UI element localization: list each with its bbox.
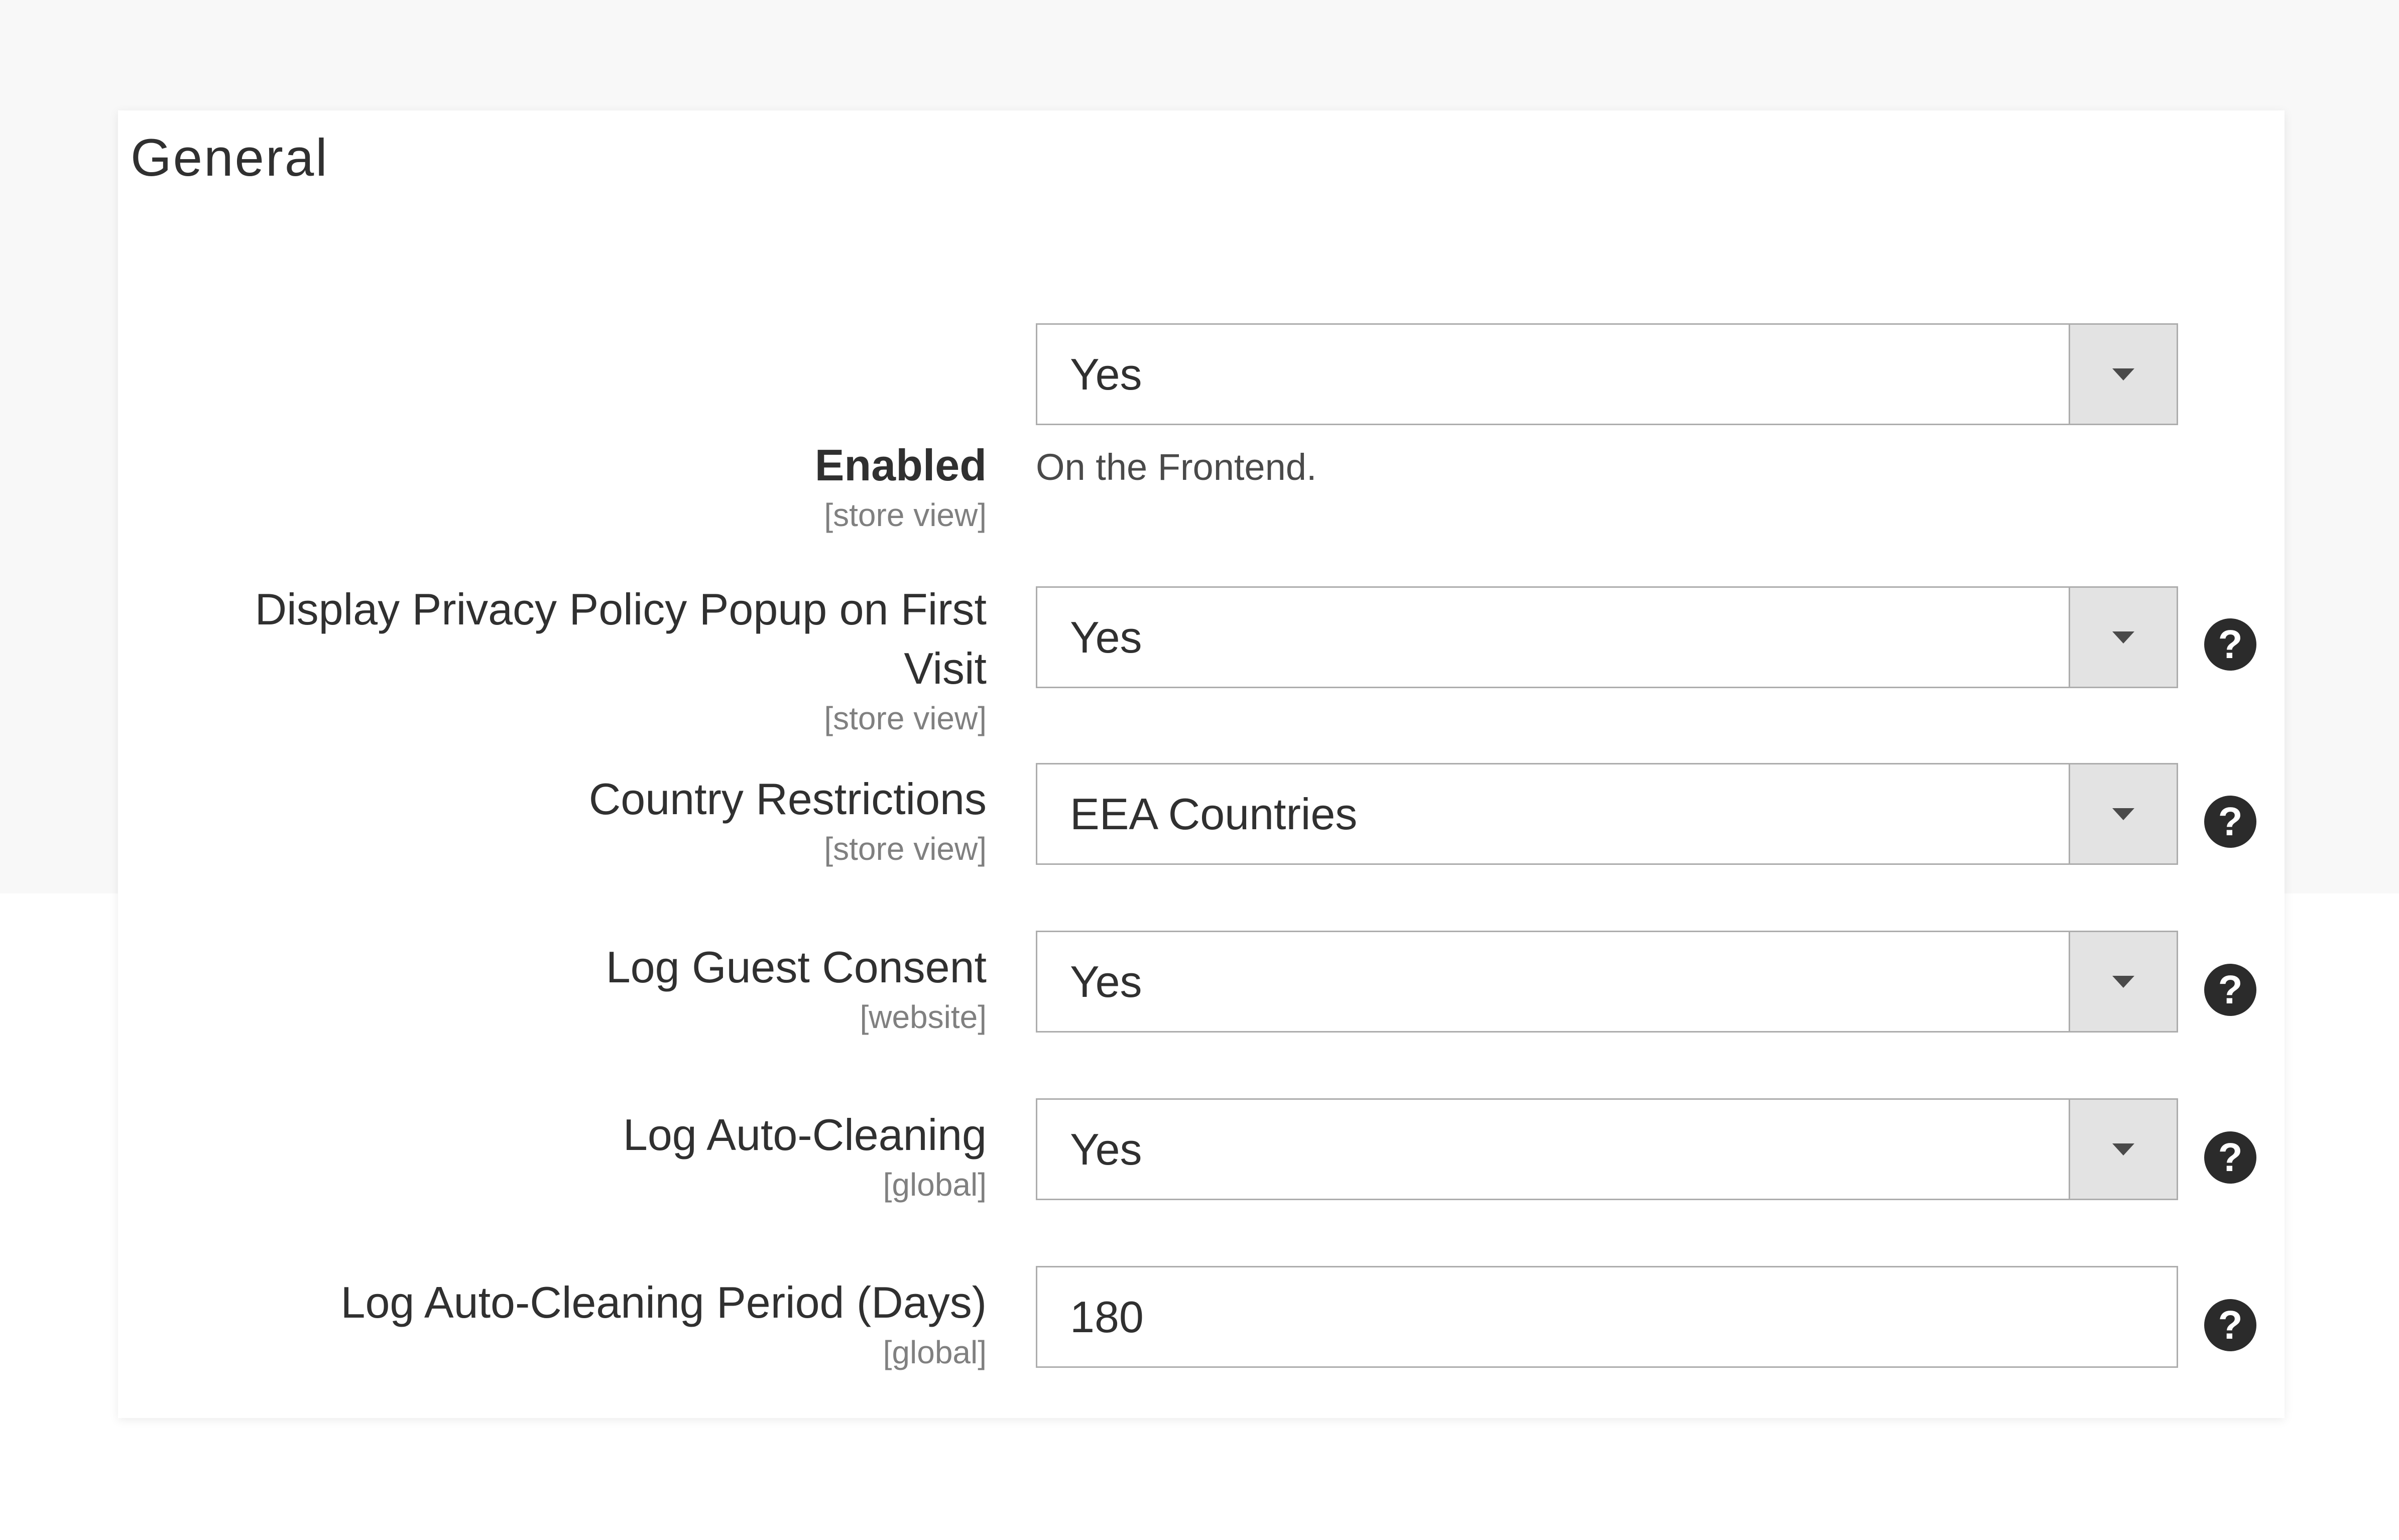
scope-label: [global] — [883, 1334, 987, 1370]
general-config-panel: General Enabled [store view] Yes On the … — [118, 110, 2285, 1418]
country-restrictions-select[interactable]: EEA Countries — [1036, 763, 2178, 865]
field-label: Log Auto-Cleaning Period (Days) — [340, 1277, 987, 1327]
dropdown-toggle[interactable] — [2069, 325, 2177, 424]
scope-label: [store view] — [824, 831, 987, 867]
field-note: On the Frontend. — [1036, 446, 1317, 488]
field-label: Log Auto-Cleaning — [623, 1110, 987, 1160]
label-log-guest-consent: Log Guest Consent [website] — [118, 938, 987, 1037]
label-country-restrictions: Country Restrictions [store view] — [118, 769, 987, 869]
question-circle-icon[interactable]: ? — [2204, 618, 2256, 671]
field-label: Country Restrictions — [588, 774, 987, 824]
scope-label: [global] — [883, 1167, 987, 1203]
chevron-down-icon — [2112, 368, 2134, 380]
log-guest-consent-select[interactable]: Yes — [1036, 931, 2178, 1033]
field-label: Enabled — [814, 440, 987, 490]
select-value: Yes — [1070, 349, 1142, 399]
chevron-down-icon — [2112, 631, 2134, 644]
chevron-down-icon — [2112, 1143, 2134, 1156]
select-value: Yes — [1070, 1124, 1142, 1174]
privacy-popup-select[interactable]: Yes — [1036, 586, 2178, 688]
select-value: Yes — [1070, 957, 1142, 1006]
label-log-auto-cleaning: Log Auto-Cleaning [global] — [118, 1105, 987, 1205]
dropdown-toggle[interactable] — [2069, 1100, 2177, 1199]
label-privacy-popup: Display Privacy Policy Popup on First Vi… — [118, 580, 987, 738]
question-circle-icon[interactable]: ? — [2204, 1299, 2256, 1351]
scope-label: [website] — [860, 999, 987, 1035]
question-circle-icon[interactable]: ? — [2204, 964, 2256, 1016]
log-auto-cleaning-select[interactable]: Yes — [1036, 1098, 2178, 1200]
select-value: EEA Countries — [1070, 789, 1358, 839]
chevron-down-icon — [2112, 975, 2134, 988]
log-auto-cleaning-period-input[interactable]: 180 — [1036, 1266, 2178, 1368]
field-label: Log Guest Consent — [606, 942, 987, 992]
dropdown-toggle[interactable] — [2069, 764, 2177, 863]
label-log-auto-cleaning-period: Log Auto-Cleaning Period (Days) [global] — [118, 1273, 987, 1372]
select-value: Yes — [1070, 612, 1142, 662]
field-label-line1: Display Privacy Policy Popup on First — [255, 584, 987, 634]
dropdown-toggle[interactable] — [2069, 932, 2177, 1031]
question-circle-icon[interactable]: ? — [2204, 796, 2256, 848]
label-enabled: Enabled [store view] — [118, 436, 987, 535]
scope-label: [store view] — [824, 497, 987, 533]
section-title: General — [131, 129, 329, 187]
chevron-down-icon — [2112, 808, 2134, 820]
enabled-select[interactable]: Yes — [1036, 323, 2178, 425]
input-value: 180 — [1070, 1292, 1144, 1342]
scope-label: [store view] — [824, 700, 987, 736]
field-label-line2: Visit — [904, 644, 987, 693]
dropdown-toggle[interactable] — [2069, 588, 2177, 687]
question-circle-icon[interactable]: ? — [2204, 1131, 2256, 1184]
